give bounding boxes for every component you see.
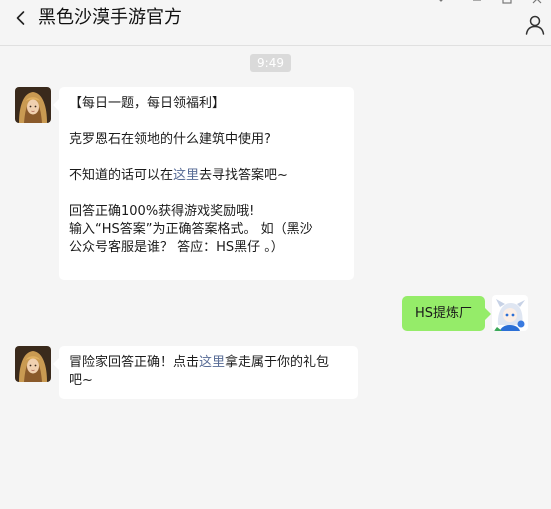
message-text-part: 不知道的话可以在 xyxy=(69,168,174,183)
game-character-avatar-icon xyxy=(15,87,51,123)
chevron-left-icon[interactable] xyxy=(12,9,30,27)
user-icon[interactable] xyxy=(524,14,546,36)
maximize-icon[interactable] xyxy=(501,0,513,4)
title-bar: 黑色沙漠手游官方 xyxy=(0,0,551,46)
official-avatar[interactable] xyxy=(15,87,51,123)
here-link[interactable]: 这里 xyxy=(173,168,199,183)
message-bubble-question: 【每日一题，每日领福利】 克罗恩石在领地的什么建筑中使用? 不知道的话可以在这里… xyxy=(53,87,354,280)
message-text: 不知道的话可以在这里去寻找答案吧~ xyxy=(69,167,344,185)
message-text-part: 冒险家回答正确！点击 xyxy=(69,355,200,370)
game-character-avatar-icon xyxy=(15,346,51,382)
user-message-bubble: HS提炼厂 xyxy=(402,296,491,331)
message-text: 冒险家回答正确！点击这里拿走属于你的礼包 xyxy=(69,354,348,372)
official-avatar[interactable] xyxy=(15,346,51,382)
message-timestamp: 9:49 xyxy=(250,54,291,72)
minimize-icon[interactable] xyxy=(471,0,483,4)
message-text: 回答正确100%获得游戏奖励哦! xyxy=(69,204,255,219)
user-avatar[interactable] xyxy=(492,295,528,331)
message-text: 【每日一题，每日领福利】 xyxy=(69,96,226,111)
anime-character-avatar-icon xyxy=(492,295,528,331)
pin-icon[interactable] xyxy=(435,0,447,4)
message-bubble-reward: 冒险家回答正确！点击这里拿走属于你的礼包 吧~ xyxy=(53,346,358,399)
chat-title: 黑色沙漠手游官方 xyxy=(38,7,182,28)
message-text: 输入“HS答案”为正确答案格式。 如（黑沙 xyxy=(69,222,313,237)
message-text: 公众号客服是谁？ 答应：HS黑仔 。） xyxy=(69,240,284,255)
window-controls xyxy=(435,0,545,4)
message-text: 克罗恩石在领地的什么建筑中使用? xyxy=(69,132,271,147)
message-text-part: 去寻找答案吧~ xyxy=(199,168,288,183)
close-icon[interactable] xyxy=(531,0,543,4)
here-link[interactable]: 这里 xyxy=(199,355,225,370)
message-text: 吧~ xyxy=(69,373,93,388)
message-text-part: 拿走属于你的礼包 xyxy=(225,355,330,370)
